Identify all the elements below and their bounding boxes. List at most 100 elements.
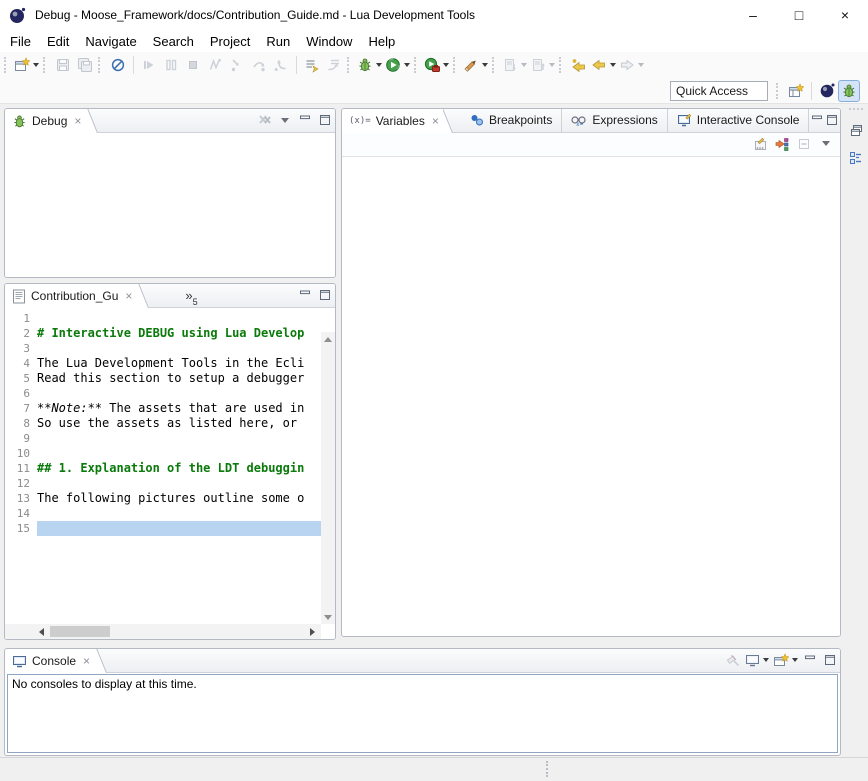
suspend-button[interactable] bbox=[160, 54, 182, 76]
step-over-button[interactable] bbox=[248, 54, 270, 76]
editor-tab-close-icon[interactable]: × bbox=[123, 289, 134, 303]
code-area[interactable]: 1 2# Interactive DEBUG using Lua Develop… bbox=[5, 311, 321, 536]
tab-expressions[interactable]: x= Expressions bbox=[562, 108, 667, 132]
scroll-down-arrow-icon[interactable] bbox=[321, 610, 335, 624]
save-all-button[interactable] bbox=[74, 54, 96, 76]
debug-tab-close-icon[interactable]: × bbox=[72, 114, 83, 128]
menu-help[interactable]: Help bbox=[360, 31, 403, 52]
minimize-button[interactable]: – bbox=[730, 0, 776, 30]
menu-project[interactable]: Project bbox=[202, 31, 258, 52]
open-task-dropdown-icon[interactable] bbox=[482, 63, 488, 67]
editor-minimize-button[interactable] bbox=[295, 285, 315, 305]
scroll-up-arrow-icon[interactable] bbox=[321, 332, 335, 346]
tab-console[interactable]: Console × bbox=[5, 649, 94, 673]
debug-launch-button[interactable] bbox=[356, 54, 384, 76]
external-tools-dropdown-icon[interactable] bbox=[443, 63, 449, 67]
skip-all-breakpoints-button[interactable] bbox=[107, 54, 129, 76]
console-tab-close-icon[interactable]: × bbox=[81, 654, 92, 668]
open-console-dropdown-icon[interactable] bbox=[792, 658, 798, 662]
tab-breakpoints[interactable]: Breakpoints bbox=[461, 108, 562, 132]
run-launch-button[interactable] bbox=[384, 54, 412, 76]
console-content[interactable]: No consoles to display at this time. bbox=[7, 674, 838, 753]
code-line: 10 bbox=[5, 446, 321, 461]
previous-annotation-button[interactable] bbox=[529, 54, 557, 76]
menu-edit[interactable]: Edit bbox=[39, 31, 77, 52]
previous-annotation-dropdown-icon[interactable] bbox=[549, 63, 555, 67]
outline-view-button[interactable] bbox=[846, 148, 866, 168]
new-wizard-dropdown-icon[interactable] bbox=[33, 63, 39, 67]
step-over-icon bbox=[251, 57, 267, 73]
previous-annotation-icon bbox=[530, 57, 546, 73]
editor-horizontal-scrollbar[interactable] bbox=[5, 624, 321, 639]
open-perspective-button[interactable] bbox=[785, 80, 807, 102]
tab-interactive-console[interactable]: Interactive Console bbox=[668, 108, 810, 132]
menu-search[interactable]: Search bbox=[145, 31, 202, 52]
terminate-button[interactable] bbox=[182, 54, 204, 76]
open-console-button[interactable] bbox=[771, 650, 800, 670]
console-maximize-button[interactable] bbox=[820, 650, 840, 670]
scroll-left-arrow-icon[interactable] bbox=[39, 628, 44, 636]
editor-stack: Contribution_Gu × »5 1 2# Interactive DE… bbox=[4, 283, 336, 640]
editor-body[interactable]: 1 2# Interactive DEBUG using Lua Develop… bbox=[5, 308, 335, 639]
resume-button[interactable] bbox=[138, 54, 160, 76]
restore-minimized-views-button[interactable] bbox=[846, 120, 866, 140]
debug-view-maximize-button[interactable] bbox=[315, 110, 335, 130]
variables-tab-close-icon[interactable]: × bbox=[430, 114, 441, 128]
collapse-all-button[interactable] bbox=[794, 134, 814, 154]
lua-perspective-button[interactable] bbox=[816, 80, 838, 102]
horizontal-scroll-thumb[interactable] bbox=[50, 626, 110, 637]
console-minimize-button[interactable] bbox=[800, 650, 820, 670]
use-step-filters-button[interactable] bbox=[301, 54, 323, 76]
toolbar-grip bbox=[43, 57, 48, 73]
pin-console-button[interactable] bbox=[723, 650, 743, 670]
debug-launch-dropdown-icon[interactable] bbox=[376, 63, 382, 67]
tab-contribution-guide[interactable]: Contribution_Gu × bbox=[5, 284, 136, 308]
menu-run[interactable]: Run bbox=[258, 31, 298, 52]
statusbar-drag-handle[interactable] bbox=[546, 761, 548, 777]
variables-minimize-button[interactable] bbox=[809, 110, 824, 130]
quick-access-input[interactable]: Quick Access bbox=[670, 81, 768, 101]
tab-debug[interactable]: Debug × bbox=[5, 109, 85, 133]
step-return-button[interactable] bbox=[270, 54, 292, 76]
last-edit-location-button[interactable] bbox=[568, 54, 590, 76]
forward-dropdown-icon[interactable] bbox=[638, 63, 644, 67]
variables-maximize-button[interactable] bbox=[825, 110, 840, 130]
debug-view-minimize-button[interactable] bbox=[295, 110, 315, 130]
maximize-button[interactable]: □ bbox=[776, 0, 822, 30]
external-tools-button[interactable] bbox=[423, 54, 451, 76]
step-into-button[interactable] bbox=[226, 54, 248, 76]
variables-view-menu-button[interactable] bbox=[816, 134, 836, 154]
disconnect-button[interactable] bbox=[204, 54, 226, 76]
show-logical-structure-button[interactable] bbox=[772, 134, 792, 154]
next-annotation-dropdown-icon[interactable] bbox=[521, 63, 527, 67]
editor-vertical-scrollbar[interactable] bbox=[321, 332, 335, 624]
show-type-names-button[interactable] bbox=[750, 134, 770, 154]
more-editors-chevron[interactable]: »5 bbox=[185, 291, 197, 307]
display-selected-console-dropdown-icon[interactable] bbox=[763, 658, 769, 662]
run-launch-dropdown-icon[interactable] bbox=[404, 63, 410, 67]
menu-window[interactable]: Window bbox=[298, 31, 360, 52]
line-number: 3 bbox=[5, 341, 37, 356]
next-annotation-button[interactable] bbox=[501, 54, 529, 76]
forward-button[interactable] bbox=[618, 54, 646, 76]
terminate-icon bbox=[185, 57, 201, 73]
editor-maximize-button[interactable] bbox=[315, 285, 335, 305]
debug-view-menu-button[interactable] bbox=[275, 110, 295, 130]
new-wizard-button[interactable] bbox=[13, 54, 41, 76]
close-button[interactable]: × bbox=[822, 0, 868, 30]
save-button[interactable] bbox=[52, 54, 74, 76]
back-dropdown-icon[interactable] bbox=[610, 63, 616, 67]
open-perspective-icon bbox=[788, 83, 804, 99]
tab-variables[interactable]: (x)= Variables × bbox=[342, 109, 443, 133]
remove-all-terminated-button[interactable] bbox=[255, 110, 275, 130]
menu-file[interactable]: File bbox=[2, 31, 39, 52]
back-button[interactable] bbox=[590, 54, 618, 76]
open-task-button[interactable] bbox=[462, 54, 490, 76]
line-text: # Interactive DEBUG using Lua Develop bbox=[37, 326, 321, 341]
drop-to-frame-button[interactable] bbox=[323, 54, 345, 76]
menu-navigate[interactable]: Navigate bbox=[77, 31, 144, 52]
line-number: 7 bbox=[5, 401, 37, 416]
display-selected-console-button[interactable] bbox=[743, 650, 771, 670]
debug-perspective-button[interactable] bbox=[838, 80, 860, 102]
scroll-right-arrow-icon[interactable] bbox=[310, 628, 315, 636]
